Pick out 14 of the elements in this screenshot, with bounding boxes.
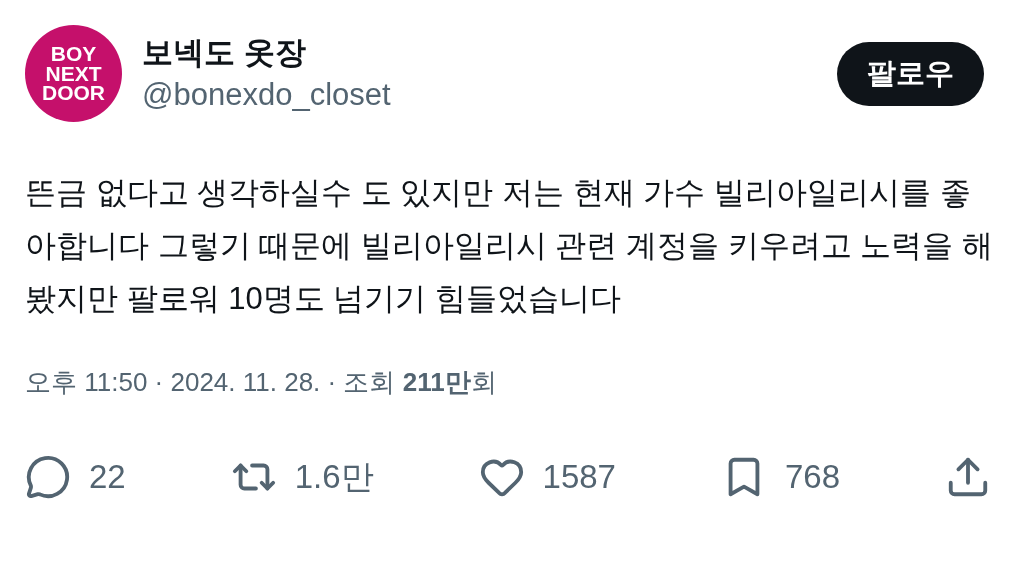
user-handle[interactable]: @bonexdo_closet xyxy=(142,73,391,116)
logo-text: BOY xyxy=(50,43,97,64)
avatar-logo[interactable]: BOY NEXT DOOR xyxy=(25,25,122,122)
bookmark-button[interactable]: 768 xyxy=(720,452,840,502)
like-button[interactable]: 1587 xyxy=(478,452,616,502)
display-name[interactable]: 보넥도 옷장 xyxy=(142,31,391,74)
reply-button[interactable]: 22 xyxy=(25,452,126,502)
logo-text: DOOR xyxy=(42,83,105,104)
repost-button[interactable]: 1.6만 xyxy=(230,452,374,502)
speech-bubble-icon xyxy=(25,453,71,500)
post-text: 뜬금 없다고 생각하실수 도 있지만 저는 현재 가수 빌리아일리시를 좋아합니다 그렇기 때문에 빌리아일리시 관련 계정을 키우려고 노력을 해봤지만 팔로워 10명도 넘기기 힘들었습니다 xyxy=(25,174,994,318)
post-meta: 오후 11:50 · 2024. 11. 28. · 조회 211만회 xyxy=(25,367,497,397)
logo-text: NEXT xyxy=(45,63,102,84)
follow-button[interactable]: 팔로우 xyxy=(837,41,984,106)
